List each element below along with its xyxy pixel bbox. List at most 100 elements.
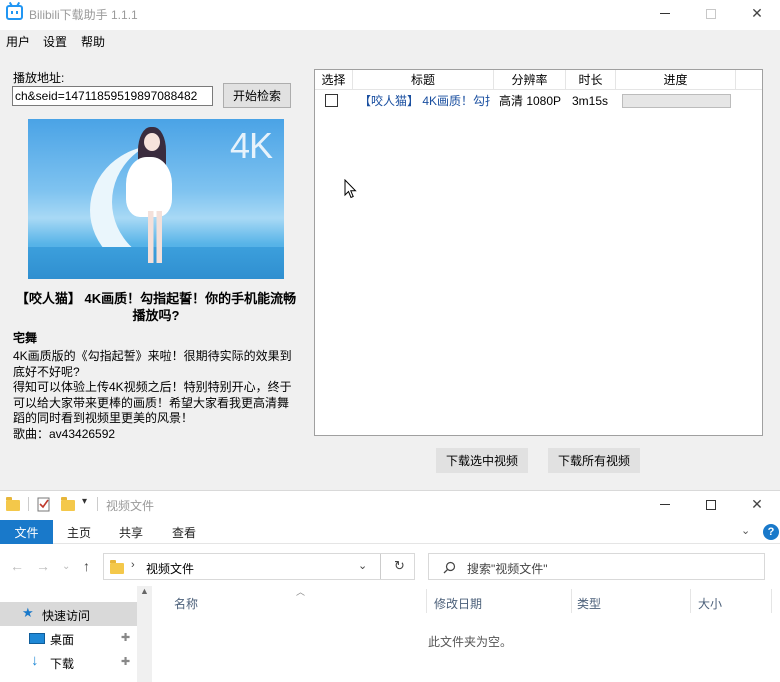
app-title: Bilibili下载助手 1.1.1 xyxy=(29,8,138,22)
video-list-header: 选择 标题 分辨率 时长 进度 xyxy=(315,70,762,90)
search-icon xyxy=(443,561,456,574)
col-select[interactable]: 选择 xyxy=(315,70,353,90)
mouse-cursor-icon xyxy=(344,179,357,199)
video-description: 4K画质版的《勾指起誓》来啦！很期待实际的效果到底好不好呢? 得知可以体验上传4… xyxy=(13,349,292,441)
sidebar-item-downloads[interactable]: ↓ 下载 ✚ xyxy=(0,650,137,674)
col-progress[interactable]: 进度 xyxy=(616,70,736,90)
maximize-icon xyxy=(706,8,716,19)
col-modified[interactable]: 修改日期 xyxy=(434,595,482,612)
maximize-icon xyxy=(706,499,716,510)
cover-figure-dress xyxy=(126,157,172,217)
row-progress-bar xyxy=(622,94,731,108)
minimize-icon xyxy=(660,13,670,14)
menu-settings[interactable]: 设置 xyxy=(43,33,67,50)
folder-icon xyxy=(6,497,20,511)
sidebar-item-quick-access[interactable]: ★ 快速访问 xyxy=(0,602,137,626)
row-resolution: 高清 1080P xyxy=(499,94,562,108)
sidebar-scrollbar[interactable]: ▲ xyxy=(137,586,152,682)
ribbon-tabs: 文件 主页 共享 查看 ⌄ ? xyxy=(0,520,780,544)
tab-view[interactable]: 查看 xyxy=(172,524,196,541)
col-duration[interactable]: 时长 xyxy=(566,70,616,90)
download-all-button[interactable]: 下载所有视频 xyxy=(548,448,640,473)
pin-icon[interactable]: ✚ xyxy=(121,631,130,644)
address-dropdown-icon[interactable]: ⌄ xyxy=(358,559,367,572)
pin-icon[interactable]: ✚ xyxy=(121,655,130,668)
tab-home[interactable]: 主页 xyxy=(67,524,91,541)
explorer-minimize-button[interactable] xyxy=(642,491,688,518)
help-icon[interactable]: ? xyxy=(763,524,779,540)
download-selected-button[interactable]: 下载选中视频 xyxy=(436,448,528,473)
sidebar-item-label: 快速访问 xyxy=(42,609,91,623)
qa-dropdown-icon[interactable]: ▾ xyxy=(82,496,87,507)
explorer-maximize-button[interactable] xyxy=(688,491,734,518)
qa-divider xyxy=(28,497,29,511)
forward-arrow-icon[interactable]: → xyxy=(36,558,50,574)
sidebar-item-label: 桌面 xyxy=(50,633,75,647)
sidebar-item-label: 下载 xyxy=(50,657,75,671)
back-arrow-icon[interactable]: ← xyxy=(10,558,24,574)
navigation-pane: ★ 快速访问 桌面 ✚ ↓ 下载 ✚ ▲ xyxy=(0,586,152,682)
maximize-button[interactable] xyxy=(688,0,734,27)
download-arrow-icon: ↓ xyxy=(31,652,39,669)
star-icon: ★ xyxy=(22,605,34,620)
new-folder-icon[interactable] xyxy=(61,497,75,511)
start-search-button[interactable]: 开始检索 xyxy=(223,83,291,108)
video-cover-image: 4K xyxy=(28,119,284,279)
col-divider xyxy=(426,589,427,613)
close-icon: ✕ xyxy=(751,496,763,512)
sidebar-item-desktop[interactable]: 桌面 ✚ xyxy=(0,626,137,650)
col-divider xyxy=(771,589,772,613)
col-type[interactable]: 类型 xyxy=(577,595,601,612)
ribbon-expand-icon[interactable]: ⌄ xyxy=(741,524,750,537)
col-name[interactable]: 名称 xyxy=(174,595,198,612)
row-select-checkbox[interactable] xyxy=(325,94,338,107)
empty-folder-message: 此文件夹为空。 xyxy=(428,635,513,649)
tab-file[interactable]: 文件 xyxy=(0,520,53,544)
search-placeholder: 搜索"视频文件" xyxy=(467,562,548,576)
address-bar[interactable]: › 视频文件 ⌄ ↻ xyxy=(103,553,415,580)
video-list[interactable]: 选择 标题 分辨率 时长 进度 【咬人猫】 4K画质！勾指起誓！你的手机能流畅播… xyxy=(314,69,763,436)
minimize-button[interactable] xyxy=(642,0,688,27)
cover-figure-legs xyxy=(148,211,162,263)
qa-divider-2 xyxy=(97,497,98,511)
col-title[interactable]: 标题 xyxy=(353,70,494,90)
table-row[interactable]: 【咬人猫】 4K画质！勾指起誓！你的手机能流畅播放吗? 高清 1080P 3m1… xyxy=(315,91,762,111)
explorer-close-button[interactable]: ✕ xyxy=(734,491,780,518)
navigation-bar: ← → ⌄ ↑ › 视频文件 ⌄ ↻ 搜索"视频文件" xyxy=(0,549,780,583)
address-divider xyxy=(380,554,381,579)
file-list-header: ︿ 名称 修改日期 类型 大小 xyxy=(153,587,780,613)
folder-icon xyxy=(110,560,124,574)
menubar: 用户 设置 帮助 xyxy=(0,30,780,52)
scroll-up-icon[interactable]: ▲ xyxy=(140,586,149,596)
url-input[interactable]: ch&seid=14711859519897088482 xyxy=(12,86,213,106)
menu-user[interactable]: 用户 xyxy=(6,33,30,50)
desktop-icon xyxy=(29,633,45,644)
recent-locations-icon[interactable]: ⌄ xyxy=(62,561,70,572)
col-size[interactable]: 大小 xyxy=(698,595,722,612)
col-resolution[interactable]: 分辨率 xyxy=(494,70,566,90)
properties-icon[interactable] xyxy=(37,497,51,512)
video-title: 【咬人猫】 4K画质！勾指起誓！你的手机能流畅播放吗? xyxy=(15,291,297,323)
col-divider xyxy=(571,589,572,613)
up-arrow-icon[interactable]: ↑ xyxy=(83,558,90,574)
app-window: Bilibili下载助手 1.1.1 ✕ 用户 设置 帮助 播放地址: ch&s… xyxy=(0,0,780,490)
minimize-icon xyxy=(660,504,670,505)
row-title: 【咬人猫】 4K画质！勾指起誓！你的手机能流畅播放吗? xyxy=(359,94,490,108)
cover-figure-face xyxy=(144,133,160,151)
explorer-title: 视频文件 xyxy=(106,499,155,513)
bilibili-tv-icon xyxy=(6,5,23,20)
breadcrumb-chevron-icon[interactable]: › xyxy=(131,559,135,571)
close-icon: ✕ xyxy=(751,5,763,21)
refresh-icon[interactable]: ↻ xyxy=(394,558,405,574)
url-label: 播放地址: xyxy=(13,71,65,85)
explorer-window: ▾ 视频文件 ✕ 文件 主页 共享 查看 ⌄ ? ← → ⌄ ↑ › 视频文件 … xyxy=(0,490,780,682)
col-divider xyxy=(690,589,691,613)
tab-share[interactable]: 共享 xyxy=(119,524,143,541)
close-button[interactable]: ✕ xyxy=(734,0,780,27)
address-path: 视频文件 xyxy=(146,562,195,576)
row-duration: 3m15s xyxy=(572,94,609,108)
video-category: 宅舞 xyxy=(13,331,38,345)
menu-help[interactable]: 帮助 xyxy=(81,33,105,50)
search-input[interactable]: 搜索"视频文件" xyxy=(428,553,765,580)
cover-4k-badge: 4K xyxy=(229,125,273,166)
